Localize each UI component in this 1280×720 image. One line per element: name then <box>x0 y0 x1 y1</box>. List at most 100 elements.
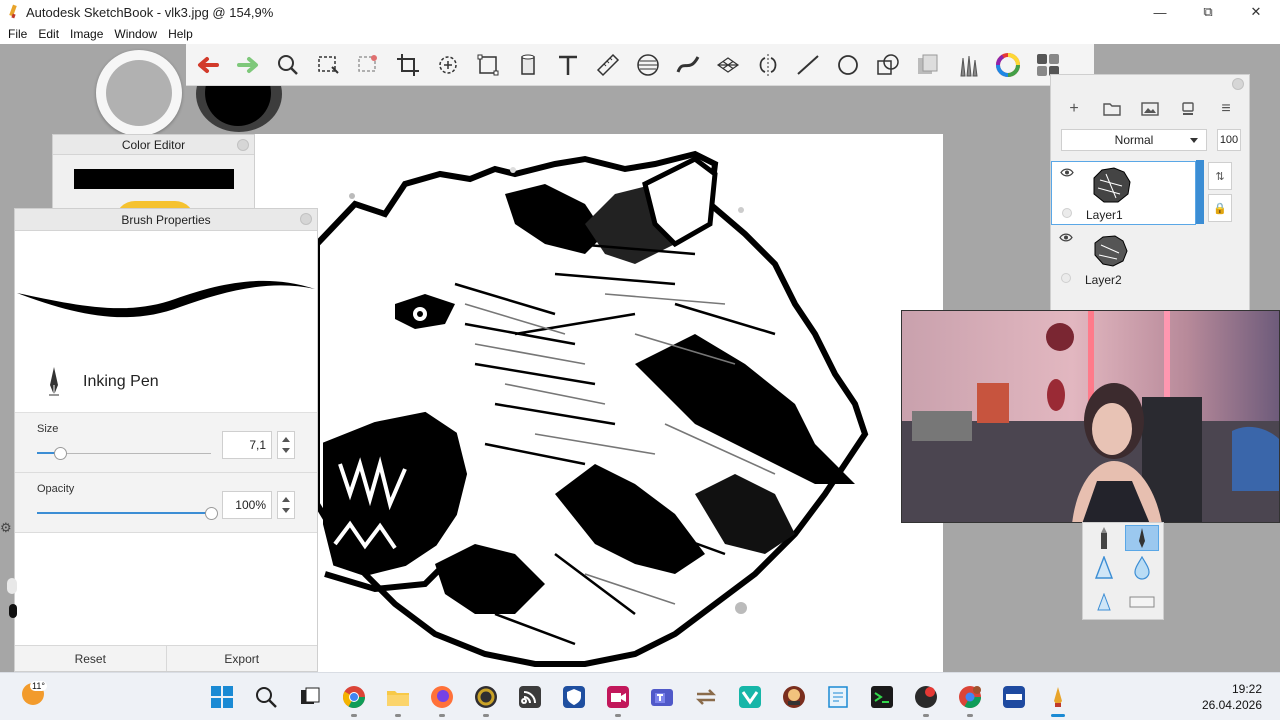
ellipse-icon[interactable] <box>830 47 866 83</box>
game-icon[interactable] <box>778 681 810 713</box>
color-wheel-icon[interactable] <box>990 47 1026 83</box>
firefox-icon[interactable] <box>426 681 458 717</box>
zoom-icon[interactable] <box>270 47 306 83</box>
brush-pencil-icon[interactable] <box>1087 589 1121 615</box>
perspective-icon[interactable] <box>710 47 746 83</box>
layer-lock-icon[interactable]: 🔒 <box>1208 194 1232 222</box>
close-icon[interactable] <box>1232 78 1244 90</box>
windows-start-icon[interactable] <box>206 681 238 713</box>
reset-button[interactable]: Reset <box>15 646 166 671</box>
obs-icon[interactable] <box>470 681 502 717</box>
transform-icon[interactable] <box>430 47 466 83</box>
brush-inking-pen-icon[interactable] <box>1125 525 1159 551</box>
eye-icon[interactable] <box>1059 233 1073 242</box>
hidden-puck-dark[interactable] <box>9 604 17 618</box>
decrement-icon[interactable] <box>282 508 290 513</box>
eye-icon[interactable] <box>1060 168 1074 177</box>
menu-image[interactable]: Image <box>66 27 107 41</box>
redo-icon[interactable] <box>230 47 266 83</box>
search-icon[interactable] <box>250 681 282 713</box>
hidden-puck-light[interactable] <box>7 578 17 594</box>
gear-icon[interactable]: ⚙ <box>0 520 12 538</box>
opacity-slider-thumb[interactable] <box>205 507 218 520</box>
shape-icon[interactable] <box>870 47 906 83</box>
close-icon[interactable] <box>300 213 312 225</box>
layer-select-dot[interactable] <box>1061 273 1071 283</box>
layer-reorder-icon[interactable]: ⇅ <box>1208 162 1232 190</box>
select-icon[interactable] <box>310 47 346 83</box>
hamburger-menu-icon[interactable]: ≡ <box>1215 98 1237 120</box>
system-clock[interactable]: 19:22 26.04.2026 <box>1202 681 1262 713</box>
notepad-icon[interactable] <box>822 681 854 713</box>
ruler-icon[interactable] <box>590 47 626 83</box>
chrome-icon[interactable] <box>338 681 370 717</box>
increment-icon[interactable] <box>282 497 290 502</box>
decrement-icon[interactable] <box>282 448 290 453</box>
text-icon[interactable] <box>550 47 586 83</box>
brush-palette <box>1082 522 1164 620</box>
ugee-icon[interactable] <box>998 681 1030 713</box>
brush-marker-icon[interactable] <box>1087 525 1121 551</box>
ellipse-guide-icon[interactable] <box>630 47 666 83</box>
fill-icon[interactable] <box>510 47 546 83</box>
task-view-icon[interactable] <box>294 681 326 713</box>
close-icon[interactable] <box>237 139 249 151</box>
brush-airbrush-icon[interactable] <box>1087 555 1121 581</box>
teams-icon[interactable] <box>646 681 678 713</box>
drawing-canvas[interactable] <box>255 134 943 672</box>
blend-mode-select[interactable]: Normal <box>1061 129 1207 151</box>
menu-help[interactable]: Help <box>164 27 197 41</box>
restore-icon[interactable]: ⧉ <box>1184 0 1232 24</box>
brush-blender-icon[interactable] <box>1125 555 1159 581</box>
opacity-slider[interactable] <box>37 507 218 520</box>
color-editor-panel: Color Editor <box>52 134 255 221</box>
french-curve-icon[interactable] <box>670 47 706 83</box>
sketchbook-app-icon <box>6 5 20 19</box>
record-icon[interactable] <box>910 681 942 717</box>
crop-icon[interactable] <box>390 47 426 83</box>
current-color-bar[interactable] <box>74 169 234 189</box>
size-slider[interactable] <box>37 447 211 460</box>
size-stepper[interactable] <box>277 431 295 459</box>
menu-file[interactable]: File <box>4 27 31 41</box>
add-layer-icon[interactable]: + <box>1063 98 1085 120</box>
undo-icon[interactable] <box>190 47 226 83</box>
lasso-select-icon[interactable] <box>350 47 386 83</box>
brush-library-icon[interactable] <box>950 47 986 83</box>
folder-icon[interactable] <box>1101 98 1123 120</box>
brush-eraser-icon[interactable] <box>1125 589 1159 615</box>
minimize-icon[interactable]: — <box>1136 0 1184 24</box>
color-puck-center[interactable] <box>106 60 172 126</box>
export-button[interactable]: Export <box>165 646 318 671</box>
file-explorer-icon[interactable] <box>382 681 414 717</box>
terminal-icon[interactable] <box>866 681 898 713</box>
layer-select-dot[interactable] <box>1062 208 1072 218</box>
image-layer-icon[interactable] <box>1139 98 1161 120</box>
distort-icon[interactable] <box>470 47 506 83</box>
color-puck[interactable] <box>96 50 182 136</box>
shield-icon[interactable] <box>558 681 590 713</box>
opacity-value-field[interactable]: 100% <box>222 491 272 519</box>
merge-layer-icon[interactable] <box>1177 98 1199 120</box>
line-icon[interactable] <box>790 47 826 83</box>
size-value-field[interactable]: 7,1 <box>222 431 272 459</box>
opacity-stepper[interactable] <box>277 491 295 519</box>
copic-library-icon[interactable] <box>910 47 946 83</box>
size-control: Size 7,1 <box>15 413 317 473</box>
layer-item-layer1[interactable]: Layer1 <box>1051 161 1196 225</box>
symmetry-icon[interactable] <box>750 47 786 83</box>
camera-icon[interactable] <box>602 681 634 717</box>
chrome-profile-icon[interactable] <box>954 681 986 717</box>
close-icon[interactable]: ✕ <box>1232 0 1280 24</box>
increment-icon[interactable] <box>282 437 290 442</box>
size-slider-thumb[interactable] <box>53 447 67 460</box>
layer-opacity-field[interactable]: 100 <box>1217 129 1241 151</box>
layer-scroll-indicator[interactable] <box>1196 160 1204 224</box>
rss-icon[interactable] <box>514 681 546 713</box>
layer-item-layer2[interactable]: Layer2 <box>1051 227 1196 291</box>
sync-icon[interactable] <box>690 681 722 713</box>
sketchbook-icon[interactable] <box>1042 681 1074 717</box>
menu-edit[interactable]: Edit <box>34 27 63 41</box>
vpn-icon[interactable] <box>734 681 766 713</box>
menu-window[interactable]: Window <box>110 27 161 41</box>
